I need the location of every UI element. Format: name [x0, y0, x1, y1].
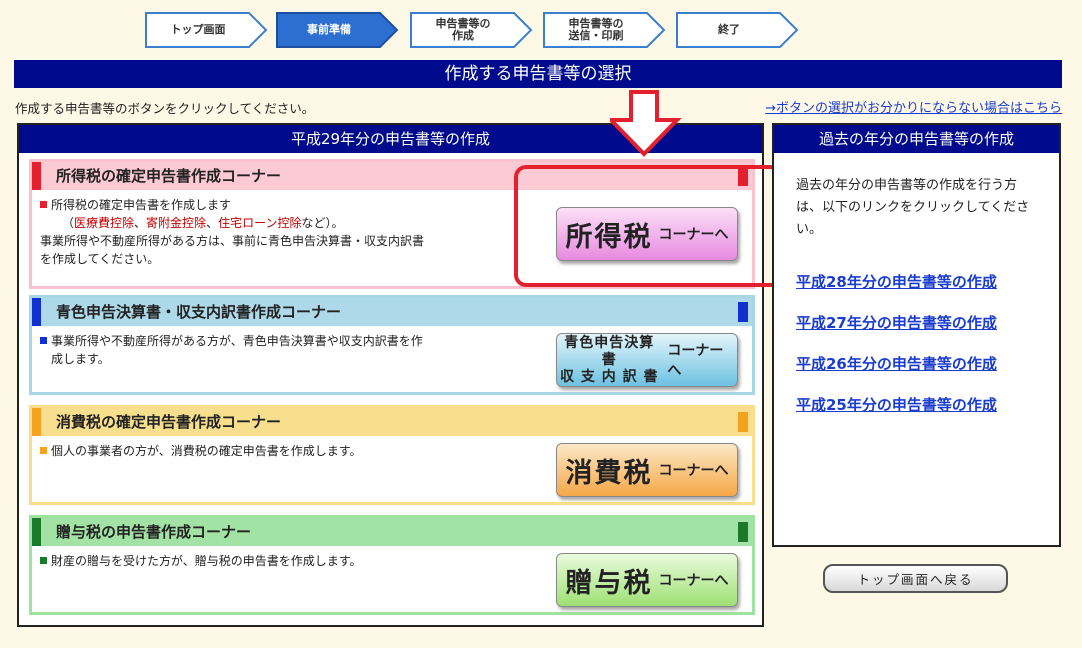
button-sub-label: コーナーへ: [658, 573, 729, 589]
step-end: 終了: [676, 12, 799, 48]
step-create: 申告書等の 作成: [410, 12, 533, 48]
step-label-2: 作成: [452, 29, 474, 42]
step-label: 終了: [718, 23, 740, 36]
past-years-description: 過去の年分の申告書等の作成を行う方は、以下のリンクをクリックしてください。: [796, 178, 1030, 237]
button-sub-label: コーナーへ: [658, 463, 729, 479]
corner-marker: [32, 408, 41, 436]
corner-marker: [32, 518, 41, 546]
corner-marker: [32, 162, 41, 190]
gift-tax-corner: 贈与税の申告書作成コーナー 財産の贈与を受けた方が、贈与税の申告書を作成します。…: [29, 515, 755, 615]
past-years-panel-title: 過去の年分の申告書等の作成: [774, 125, 1059, 153]
highlight-box: [514, 165, 782, 287]
corner-marker: [32, 298, 41, 326]
page-title: 作成する申告書等の選択: [14, 60, 1062, 88]
down-arrow-icon: [610, 90, 682, 157]
step-label-2: 送信・印刷: [568, 29, 624, 42]
corner-title: 所得税の確定申告書作成コーナー: [56, 167, 282, 185]
deduction-donation: 寄附金控除: [146, 216, 207, 230]
step-label: トップ画面: [170, 23, 226, 36]
desc-line: 財産の贈与を受けた方が、贈与税の申告書を作成します。: [51, 554, 362, 568]
link-h27[interactable]: 平成27年分の申告書等の作成: [796, 312, 1059, 333]
step-send-print: 申告書等の 送信・印刷: [543, 12, 666, 48]
past-years-links: 平成28年分の申告書等の作成 平成27年分の申告書等の作成 平成26年分の申告書…: [774, 241, 1059, 415]
corner-marker-right: [738, 302, 748, 322]
past-years-panel: 過去の年分の申告書等の作成 過去の年分の申告書等の作成を行う方は、以下のリンクを…: [772, 123, 1061, 547]
link-h25[interactable]: 平成25年分の申告書等の作成: [796, 394, 1059, 415]
link-h28[interactable]: 平成28年分の申告書等の作成: [796, 271, 1059, 292]
blue-return-corner: 青色申告決算書・収支内訳書作成コーナー 事業所得や不動産所得がある方が、青色申告…: [29, 295, 755, 395]
corner-marker-right: [738, 522, 748, 542]
corner-header: 消費税の確定申告書作成コーナー: [32, 408, 752, 436]
bullet-icon: [40, 337, 47, 344]
corner-title: 贈与税の申告書作成コーナー: [56, 523, 252, 541]
button-main-label: 消費税: [565, 457, 653, 489]
instruction-text: 作成する申告書等のボタンをクリックしてください。: [15, 101, 315, 116]
link-h26[interactable]: 平成26年分の申告書等の作成: [796, 353, 1059, 374]
corner-title: 消費税の確定申告書作成コーナー: [56, 413, 282, 431]
corner-marker-right: [738, 412, 748, 432]
back-to-top-button[interactable]: トップ画面へ戻る: [823, 564, 1008, 593]
button-label-line1: 青色申告決算書: [564, 334, 655, 368]
desc-sep: 、: [206, 216, 219, 230]
step-top: トップ画面: [145, 12, 268, 48]
step-preparation: 事前準備: [276, 12, 399, 48]
consumption-tax-corner-button[interactable]: 消費税 コーナーへ: [556, 443, 738, 497]
desc-paren: など）。: [301, 216, 344, 230]
corner-header: 贈与税の申告書作成コーナー: [32, 518, 752, 546]
step-label: 事前準備: [307, 23, 351, 36]
button-main-label: 贈与税: [565, 567, 653, 599]
bullet-icon: [40, 201, 47, 208]
desc-sep: 、: [134, 216, 147, 230]
desc-line: 個人の事業者の方が、消費税の確定申告書を作成します。: [51, 444, 362, 458]
button-label-line2: 収 支 内 訳 書: [559, 368, 659, 385]
deduction-medical: 医療費控除: [74, 216, 135, 230]
corner-title: 青色申告決算書・収支内訳書作成コーナー: [56, 303, 342, 321]
blue-return-corner-button[interactable]: 青色申告決算書収 支 内 訳 書コーナーへ: [556, 333, 738, 387]
help-link[interactable]: →ボタンの選択がお分かりにならない場合はこちら: [765, 97, 1062, 116]
gift-tax-corner-button[interactable]: 贈与税 コーナーへ: [556, 553, 738, 607]
desc-paren: （: [62, 216, 75, 230]
button-sub-label: コーナーへ: [667, 343, 724, 379]
corner-header: 青色申告決算書・収支内訳書作成コーナー: [32, 298, 752, 326]
bullet-icon: [40, 557, 47, 564]
consumption-tax-corner: 消費税の確定申告書作成コーナー 個人の事業者の方が、消費税の確定申告書を作成しま…: [29, 405, 755, 505]
desc-line: 所得税の確定申告書を作成します: [51, 198, 232, 212]
bullet-icon: [40, 447, 47, 454]
deduction-housing-loan: 住宅ローン控除: [218, 216, 302, 230]
desc-line: 事業所得や不動産所得がある方が、青色申告決算書や収支内訳書を作: [51, 334, 423, 348]
